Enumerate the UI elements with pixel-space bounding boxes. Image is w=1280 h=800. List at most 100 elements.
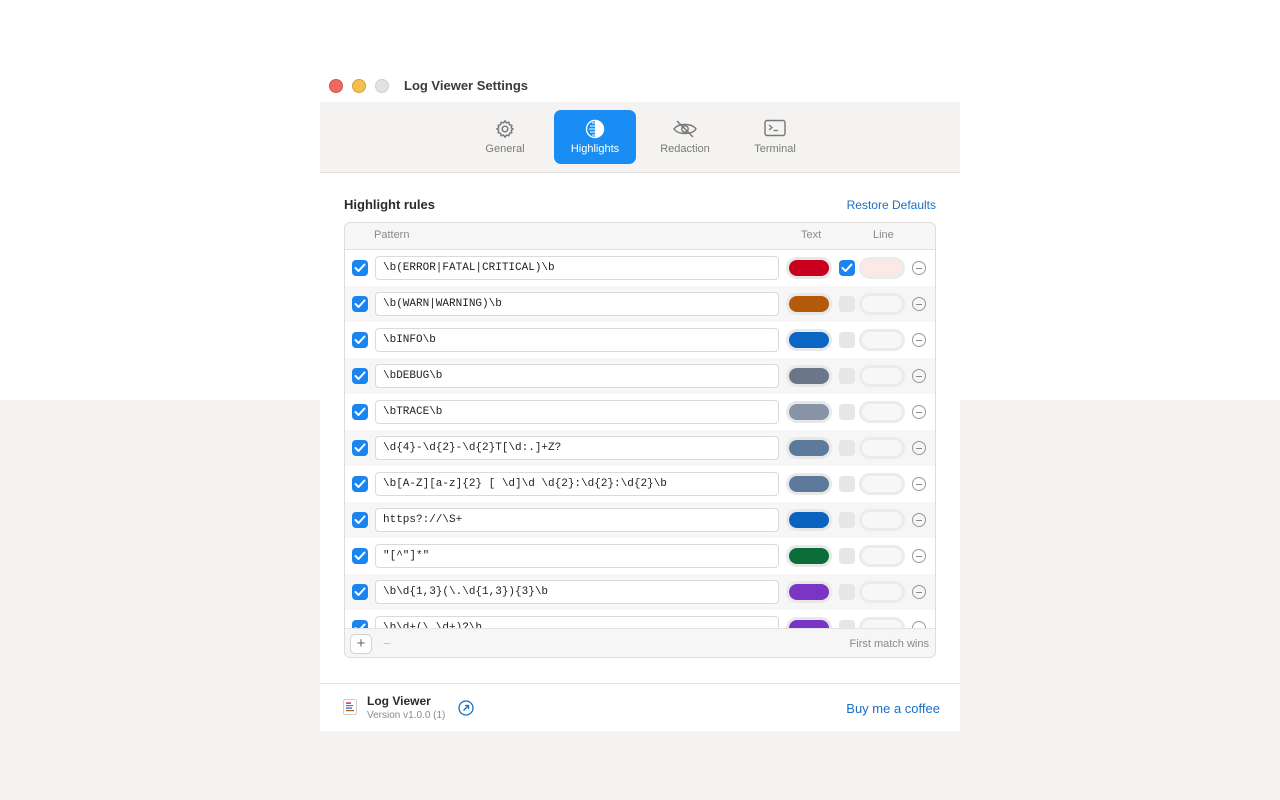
line-color-fill <box>862 332 902 348</box>
rule-enabled-checkbox[interactable] <box>352 332 368 348</box>
text-color-fill <box>789 584 829 600</box>
tab-redaction-label: Redaction <box>660 143 710 155</box>
rule-row: \b\d+(\.\d+)?\b <box>345 610 935 628</box>
rule-enabled-checkbox[interactable] <box>352 296 368 312</box>
rule-enabled-checkbox[interactable] <box>352 440 368 456</box>
line-highlight-checkbox[interactable] <box>839 548 855 564</box>
text-color-well[interactable] <box>786 401 832 423</box>
open-link-icon[interactable] <box>458 700 474 716</box>
rule-enabled-checkbox[interactable] <box>352 584 368 600</box>
add-rule-button[interactable]: + <box>350 634 372 654</box>
text-color-well[interactable] <box>786 257 832 279</box>
remove-rule-icon[interactable] <box>912 621 926 628</box>
remove-rule-icon[interactable] <box>912 405 926 419</box>
line-highlight-checkbox[interactable] <box>839 332 855 348</box>
tab-general-label: General <box>485 143 525 155</box>
remove-rule-icon[interactable] <box>912 513 926 527</box>
line-color-well[interactable] <box>859 581 905 603</box>
line-highlight-checkbox[interactable] <box>839 368 855 384</box>
text-color-fill <box>789 260 829 276</box>
remove-rule-icon[interactable] <box>912 261 926 275</box>
remove-rule-icon[interactable] <box>912 297 926 311</box>
pattern-field[interactable]: \bDEBUG\b <box>375 364 779 388</box>
rule-enabled-checkbox[interactable] <box>352 548 368 564</box>
tab-general[interactable]: General <box>464 110 546 164</box>
line-color-well[interactable] <box>859 437 905 459</box>
pattern-field[interactable]: https?://\S+ <box>375 508 779 532</box>
minimize-window-button[interactable] <box>352 79 366 93</box>
line-color-well[interactable] <box>859 401 905 423</box>
pattern-field[interactable]: \b[A-Z][a-z]{2} [ \d]\d \d{2}:\d{2}:\d{2… <box>375 472 779 496</box>
tab-terminal-label: Terminal <box>754 143 796 155</box>
column-header-text: Text <box>801 229 822 241</box>
remove-rule-icon[interactable] <box>912 333 926 347</box>
remove-rule-icon[interactable] <box>912 369 926 383</box>
line-color-fill <box>862 404 902 420</box>
rule-enabled-checkbox[interactable] <box>352 476 368 492</box>
highlights-pane: Highlight rules Restore Defaults Pattern… <box>320 173 960 683</box>
pattern-field[interactable]: \b\d+(\.\d+)?\b <box>375 616 779 628</box>
line-color-well[interactable] <box>859 293 905 315</box>
line-color-well[interactable] <box>859 545 905 567</box>
line-color-well[interactable] <box>859 617 905 628</box>
app-version: Version v1.0.0 (1) <box>367 710 446 721</box>
pattern-field[interactable]: \bTRACE\b <box>375 400 779 424</box>
remove-rule-icon[interactable] <box>912 441 926 455</box>
close-window-button[interactable] <box>329 79 343 93</box>
tab-redaction[interactable]: Redaction <box>644 110 726 164</box>
pattern-field[interactable]: \b\d{1,3}(\.\d{1,3}){3}\b <box>375 580 779 604</box>
text-color-fill <box>789 512 829 528</box>
line-highlight-checkbox[interactable] <box>839 584 855 600</box>
rule-enabled-checkbox[interactable] <box>352 404 368 420</box>
restore-defaults-button[interactable]: Restore Defaults <box>847 198 936 212</box>
line-color-fill <box>862 260 902 276</box>
line-color-well[interactable] <box>859 509 905 531</box>
rule-enabled-checkbox[interactable] <box>352 260 368 276</box>
text-color-fill <box>789 440 829 456</box>
pattern-field[interactable]: "[^"]*" <box>375 544 779 568</box>
text-color-fill <box>789 620 829 628</box>
line-color-well[interactable] <box>859 329 905 351</box>
line-highlight-checkbox[interactable] <box>839 260 855 276</box>
rule-enabled-checkbox[interactable] <box>352 368 368 384</box>
rule-row: \bDEBUG\b <box>345 358 935 394</box>
rule-enabled-checkbox[interactable] <box>352 620 368 628</box>
text-color-well[interactable] <box>786 545 832 567</box>
text-color-well[interactable] <box>786 617 832 628</box>
line-highlight-checkbox[interactable] <box>839 620 855 628</box>
text-color-well[interactable] <box>786 437 832 459</box>
line-color-well[interactable] <box>859 365 905 387</box>
buy-me-a-coffee-link[interactable]: Buy me a coffee <box>846 701 940 716</box>
app-name: Log Viewer <box>367 694 431 708</box>
line-highlight-checkbox[interactable] <box>839 296 855 312</box>
line-highlight-checkbox[interactable] <box>839 512 855 528</box>
text-color-well[interactable] <box>786 581 832 603</box>
pattern-field[interactable]: \d{4}-\d{2}-\d{2}T[\d:.]+Z? <box>375 436 779 460</box>
pattern-field[interactable]: \b(ERROR|FATAL|CRITICAL)\b <box>375 256 779 280</box>
pattern-field[interactable]: \bINFO\b <box>375 328 779 352</box>
text-color-well[interactable] <box>786 509 832 531</box>
text-color-fill <box>789 332 829 348</box>
line-highlight-checkbox[interactable] <box>839 476 855 492</box>
text-color-well[interactable] <box>786 293 832 315</box>
line-color-well[interactable] <box>859 473 905 495</box>
pattern-field[interactable]: \b(WARN|WARNING)\b <box>375 292 779 316</box>
window-title: Log Viewer Settings <box>404 78 529 93</box>
remove-rule-button[interactable]: − <box>379 634 395 654</box>
text-color-well[interactable] <box>786 365 832 387</box>
rules-list[interactable]: \b(ERROR|FATAL|CRITICAL)\b \b(WARN|WARNIN… <box>345 250 935 628</box>
text-color-well[interactable] <box>786 329 832 351</box>
remove-rule-icon[interactable] <box>912 477 926 491</box>
rule-enabled-checkbox[interactable] <box>352 512 368 528</box>
text-color-well[interactable] <box>786 473 832 495</box>
line-highlight-checkbox[interactable] <box>839 440 855 456</box>
rule-row: \b(ERROR|FATAL|CRITICAL)\b <box>345 250 935 286</box>
line-highlight-checkbox[interactable] <box>839 404 855 420</box>
remove-rule-icon[interactable] <box>912 549 926 563</box>
tab-terminal[interactable]: Terminal <box>734 110 816 164</box>
line-color-well[interactable] <box>859 257 905 279</box>
tab-highlights[interactable]: Highlights <box>554 110 636 164</box>
remove-rule-icon[interactable] <box>912 585 926 599</box>
zoom-window-button[interactable] <box>375 79 389 93</box>
rule-row: \bTRACE\b <box>345 394 935 430</box>
